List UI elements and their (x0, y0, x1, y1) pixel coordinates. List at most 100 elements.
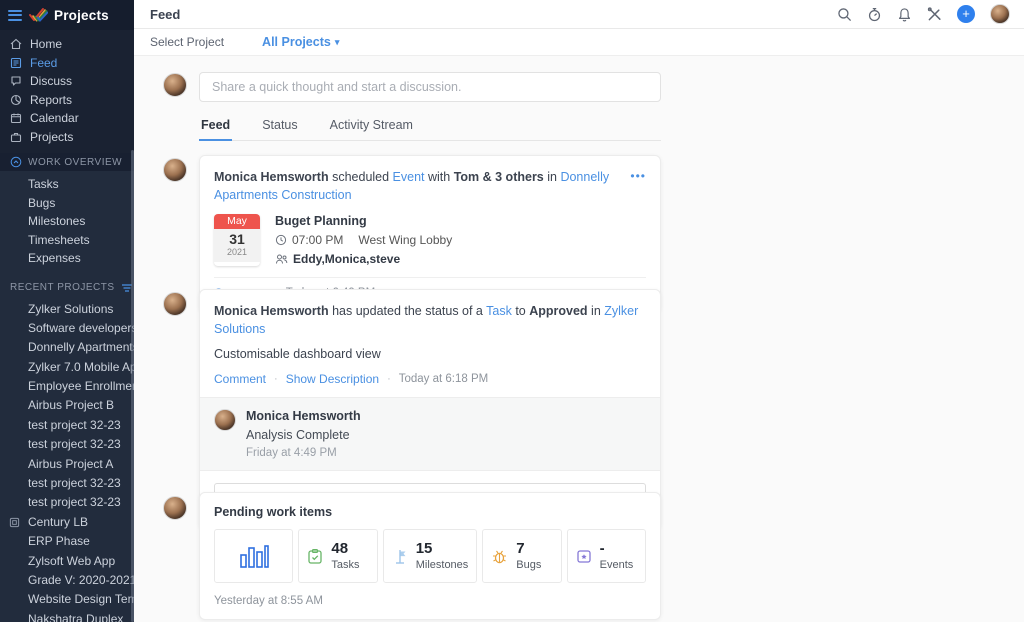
recent-project-item[interactable]: Employee Enrollment (0, 377, 134, 396)
recent-project-item[interactable]: Donnelly Apartments C (0, 338, 134, 357)
add-button[interactable]: + (957, 5, 975, 23)
sidebar-item-feed[interactable]: Feed (0, 54, 134, 73)
recent-project-item[interactable]: test project 32-23 (0, 435, 134, 454)
timestamp: Yesterday at 8:55 AM (214, 595, 646, 607)
recent-project-item[interactable]: Nakshatra Duplex (0, 610, 134, 622)
hamburger-menu-icon[interactable] (8, 10, 22, 21)
commenter-avatar (214, 409, 236, 431)
notifications-bell-icon[interactable] (897, 7, 912, 22)
inline-link[interactable]: Event (393, 170, 425, 184)
separator-dot: · (387, 373, 391, 385)
event-location: West Wing Lobby (358, 233, 452, 247)
tab-feed[interactable]: Feed (199, 118, 232, 141)
work-overview-item[interactable]: Milestones (0, 212, 134, 231)
stat-value: - (600, 541, 634, 558)
timer-icon[interactable] (867, 7, 882, 22)
sidebar: Projects Home Feed Discuss Reports Calen… (0, 0, 134, 622)
stat-label: Milestones (416, 559, 469, 571)
share-thought-input[interactable] (199, 72, 661, 102)
page-title: Feed (150, 7, 180, 22)
top-bar: Feed + (134, 0, 1024, 29)
work-overview-item[interactable]: Bugs (0, 194, 134, 213)
projects-icon (10, 131, 22, 143)
event-time: 07:00 PM (292, 233, 343, 247)
sidebar-item-label: Projects (30, 130, 73, 144)
user-avatar[interactable] (990, 4, 1010, 24)
calendar-date-widget: May 31 2021 (214, 214, 260, 266)
chevron-down-icon: ▾ (335, 37, 340, 48)
text-segment: to (512, 304, 529, 318)
project-name: Donnelly Apartments C (28, 340, 134, 354)
work-overview-item[interactable]: Timesheets (0, 231, 134, 250)
text-segment: in (588, 304, 605, 318)
show-description-link[interactable]: Show Description (286, 372, 379, 386)
project-name: Website Design Templa (28, 592, 134, 606)
calendar-month: May (214, 214, 260, 229)
sidebar-item-label: Calendar (30, 111, 79, 125)
event-title: Buget Planning (275, 214, 452, 228)
recent-project-item[interactable]: test project 32-23 (0, 493, 134, 512)
sidebar-item-reports[interactable]: Reports (0, 91, 134, 110)
composer-avatar (163, 73, 187, 97)
commenter-name: Monica Hemsworth (246, 409, 361, 423)
sidebar-item-home[interactable]: Home (0, 35, 134, 54)
text-segment: Tom & 3 others (454, 170, 544, 184)
recent-project-item[interactable]: Software developers re (0, 319, 134, 338)
stat-value: 48 (331, 541, 359, 558)
recent-projects-header: RECENT PROJECTS | (0, 279, 134, 297)
sidebar-item-discuss[interactable]: Discuss (0, 72, 134, 91)
tools-icon[interactable] (927, 7, 942, 22)
sidebar-item-calendar[interactable]: Calendar (0, 109, 134, 128)
recent-project-item[interactable]: Grade V: 2020-2021 (0, 571, 134, 590)
stat-chart-tile[interactable] (214, 529, 293, 583)
recent-project-item[interactable]: test project 32-23 (0, 474, 134, 493)
project-group-icon (9, 517, 20, 528)
clock-icon (275, 234, 287, 246)
stat-milestones-tile[interactable]: 15Milestones (383, 529, 478, 583)
stat-value: 15 (416, 541, 469, 558)
work-overview-header[interactable]: WORK OVERVIEW (0, 153, 134, 171)
stat-bugs-tile[interactable]: 7Bugs (482, 529, 561, 583)
sidebar-item-label: Home (30, 37, 62, 51)
sidebar-header: Projects (0, 0, 134, 30)
recent-project-item[interactable]: Airbus Project A (0, 455, 134, 474)
recent-project-item[interactable]: test project 32-23 (0, 416, 134, 435)
recent-project-item[interactable]: ERP Phase (0, 532, 134, 551)
stat-events-tile[interactable]: -Events (567, 529, 646, 583)
recent-project-item[interactable]: Zylker 7.0 Mobile App (0, 358, 134, 377)
project-name: test project 32-23 (28, 476, 121, 490)
sidebar-main-menu: Home Feed Discuss Reports Calendar Proje… (0, 30, 134, 153)
text-segment: Monica Hemsworth (214, 170, 329, 184)
timestamp: Today at 6:18 PM (399, 373, 489, 385)
tab-status[interactable]: Status (260, 118, 299, 140)
feed-icon (10, 57, 22, 69)
sidebar-item-projects[interactable]: Projects (0, 128, 134, 147)
search-icon[interactable] (837, 7, 852, 22)
discuss-icon (10, 75, 22, 87)
recent-project-item[interactable]: Zylker Solutions (0, 300, 134, 319)
recent-project-item[interactable]: Airbus Project B (0, 396, 134, 415)
project-name: test project 32-23 (28, 418, 121, 432)
text-segment: scheduled (329, 170, 393, 184)
recent-project-item[interactable]: Zylsoft Web App (0, 552, 134, 571)
inline-link[interactable]: Task (486, 304, 512, 318)
all-projects-dropdown[interactable]: All Projects▾ (262, 35, 339, 49)
stat-tasks-tile[interactable]: 48Tasks (298, 529, 377, 583)
comment-thread: Monica Hemsworth Analysis Complete Frida… (200, 397, 660, 471)
recent-project-item[interactable]: Website Design Templa (0, 590, 134, 609)
project-name: Grade V: 2020-2021 (28, 573, 134, 587)
recent-project-item[interactable]: Century LB (0, 513, 134, 532)
calendar-year: 2021 (214, 247, 260, 257)
milestones-icon (392, 548, 408, 565)
work-overview-item[interactable]: Tasks (0, 175, 134, 194)
home-icon (10, 38, 22, 50)
more-options-icon[interactable]: ••• (630, 168, 646, 204)
task-title: Customisable dashboard view (214, 347, 646, 361)
tab-activity-stream[interactable]: Activity Stream (328, 118, 415, 140)
work-overview-item[interactable]: Expenses (0, 249, 134, 268)
stat-label: Bugs (516, 559, 541, 571)
feed-item-headline: Monica Hemsworth has updated the status … (214, 302, 646, 338)
comment-link[interactable]: Comment (214, 372, 266, 386)
project-name: Airbus Project A (28, 457, 113, 471)
project-name: Zylker 7.0 Mobile App (28, 360, 134, 374)
